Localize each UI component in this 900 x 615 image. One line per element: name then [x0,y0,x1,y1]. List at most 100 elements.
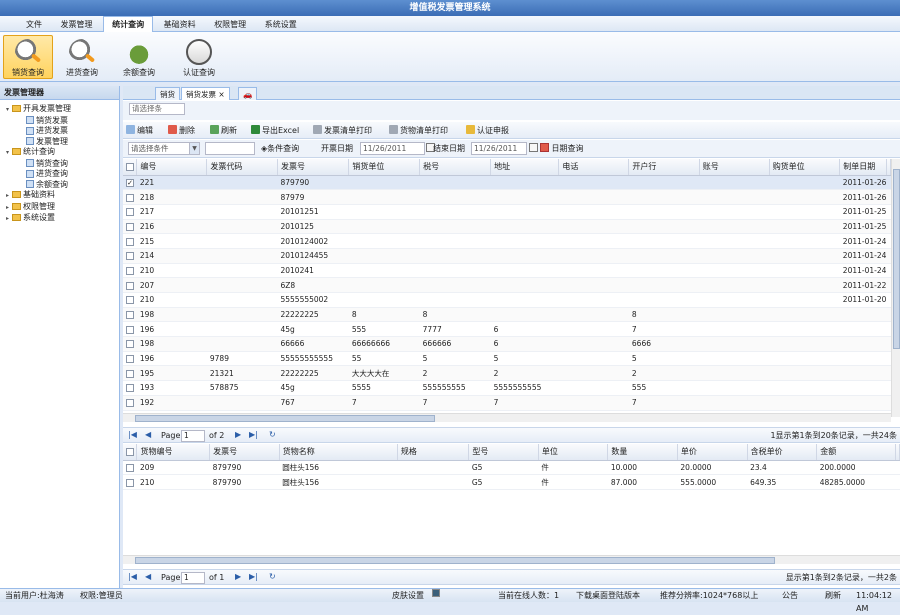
tree-node-basic-data[interactable]: ▸ 基础资料 [4,190,119,202]
refresh-icon[interactable]: ↻ [269,572,276,581]
certification-query-button[interactable]: 认证查询 [174,35,224,79]
column-header[interactable]: 制单日期 [839,159,887,176]
table-row[interactable]: 217 20101251 2011-01-25 [123,204,891,220]
table-row[interactable]: 198 66666 66666666 666666 6 6666 [123,336,891,352]
table-row[interactable]: 192 767 7 7 7 7 [123,395,891,411]
first-page-icon[interactable]: |◀ [128,572,137,581]
table-row[interactable]: 195 21321 22222225 大大大大在 2 2 2 [123,365,891,382]
condition-select[interactable]: 请选择条件 ▼ [128,142,200,155]
delete-button[interactable]: 删除 [168,124,195,137]
refresh-icon[interactable]: ↻ [269,430,276,439]
row-checkbox[interactable] [123,321,137,338]
table-row[interactable]: 209 879790 圆柱头156 G5 件 10.000 20.0000 23.4 200.0… [123,460,900,476]
close-icon[interactable]: × [218,90,224,99]
column-header[interactable]: 发票代码 [206,159,278,176]
refresh-link[interactable]: 刷新 [825,589,841,602]
print-invoice-list-button[interactable]: 发票清单打印 [313,124,372,137]
row-checkbox[interactable] [123,248,137,264]
table-row[interactable]: 207 6Z8 2011-01-22 [123,277,891,293]
tree-node-system-settings[interactable]: ▸ 系统设置 [4,213,119,225]
column-header[interactable]: 税号 [419,159,492,176]
date-query-button[interactable]: 日期查询 [539,142,584,155]
menu-invoice-management[interactable]: 发票管理 [53,17,101,33]
first-page-icon[interactable]: |◀ [128,430,137,439]
notice-link[interactable]: 公告 [782,589,798,602]
row-checkbox[interactable] [123,233,137,249]
column-header[interactable]: 地址 [490,159,560,176]
menu-system-settings[interactable]: 系统设置 [257,17,305,33]
table-row[interactable]: ✓ 221 879790 2011-01-26 [123,175,891,191]
tab-sales[interactable]: 销货 [155,87,180,100]
sales-query-button[interactable]: 销货查询 [3,35,53,79]
table-row[interactable]: 216 2010125 2011-01-25 [123,219,891,235]
column-header[interactable]: 含税单价 [747,444,818,461]
table-row[interactable]: 214 2010124455 2011-01-24 [123,248,891,264]
tab-car-icon[interactable]: 🚗 [238,87,258,100]
tab-sales-invoice[interactable]: 销货发票 × [181,87,230,100]
prev-page-icon[interactable]: ◀ [145,430,151,439]
scroll-thumb[interactable] [893,169,900,349]
column-header[interactable]: 单位 [538,444,609,461]
table-row[interactable]: 196 45g 555 7777 6 7 [123,321,891,338]
row-checkbox[interactable] [123,460,137,476]
certification-declare-button[interactable]: 认证申报 [466,124,509,137]
row-checkbox[interactable] [123,395,137,411]
tree-node-purchase-query[interactable]: 进货查询 [4,169,119,180]
tree-node-balance-query[interactable]: 余额查询 [4,180,119,191]
column-header[interactable]: 发票号 [209,444,280,461]
menu-basic-data[interactable]: 基础资料 [156,17,204,33]
start-date-input[interactable]: 11/26/2011 [360,142,425,155]
column-header[interactable]: 型号 [468,444,539,461]
column-header[interactable]: 发票号 [277,159,350,176]
row-checkbox[interactable] [123,365,137,382]
next-page-icon[interactable]: ▶ [235,430,241,439]
tree-node-sales-query[interactable]: 销货查询 [4,159,119,170]
table-row[interactable]: 193 578875 45g 5555 555555555 5555555555 555 [123,380,891,396]
row-checkbox[interactable]: ✓ [123,175,137,191]
row-checkbox[interactable] [123,204,137,220]
page-input[interactable]: 1 [181,430,205,442]
vertical-scrollbar[interactable] [891,159,900,417]
menu-file[interactable]: 文件 [18,17,50,33]
row-checkbox[interactable] [123,292,137,308]
last-page-icon[interactable]: ▶| [249,572,258,581]
tree-node-statistics[interactable]: ▾ 统计查询 [4,147,119,159]
table-row[interactable]: 196 9789 55555555555 55 5 5 5 [123,351,891,367]
skin-swatch[interactable] [432,589,440,597]
column-header[interactable]: 开户行 [628,159,700,176]
column-header[interactable]: 货物名称 [279,444,398,461]
search-input[interactable]: 请选择条 [129,103,185,115]
row-checkbox[interactable] [123,189,137,205]
condition-query-button[interactable]: ◈条件查询 [261,142,299,155]
row-checkbox[interactable] [123,380,137,396]
select-all-checkbox[interactable] [123,159,138,176]
scroll-thumb[interactable] [135,415,435,422]
download-desktop-link[interactable]: 下载桌面登陆版本 [576,589,640,602]
column-header[interactable]: 数量 [607,444,678,461]
row-checkbox[interactable] [123,219,137,235]
scroll-thumb[interactable] [135,557,775,564]
horizontal-scrollbar[interactable] [123,555,900,564]
table-row[interactable]: 198 22222225 8 8 8 [123,307,891,323]
calendar-icon[interactable] [528,142,538,155]
menu-permission-management[interactable]: 权限管理 [206,17,254,33]
end-date-input[interactable]: 11/26/2011 [471,142,527,155]
column-header[interactable]: 编号 [136,159,208,176]
row-checkbox[interactable] [123,336,137,352]
balance-query-button[interactable]: 余额查询 [114,35,164,79]
row-checkbox[interactable] [123,307,137,323]
table-row[interactable]: 210 2010241 2011-01-24 [123,263,891,279]
row-checkbox[interactable] [123,351,137,367]
column-header[interactable]: 购货单位 [769,159,841,176]
tree-node-permissions[interactable]: ▸ 权限管理 [4,202,119,214]
tree-node-invoice-management[interactable]: 发票管理 [4,137,119,148]
last-page-icon[interactable]: ▶| [249,430,258,439]
horizontal-scrollbar[interactable] [123,413,891,422]
column-header[interactable]: 金额 [816,444,896,461]
tree-node-invoice-issuing[interactable]: ▾ 开具发票管理 [4,104,119,116]
table-row[interactable]: 210 5555555002 2011-01-20 [123,292,891,308]
page-input[interactable]: 1 [181,572,205,584]
purchase-query-button[interactable]: 进货查询 [57,35,107,79]
next-page-icon[interactable]: ▶ [235,572,241,581]
condition-value-input[interactable] [205,142,255,155]
